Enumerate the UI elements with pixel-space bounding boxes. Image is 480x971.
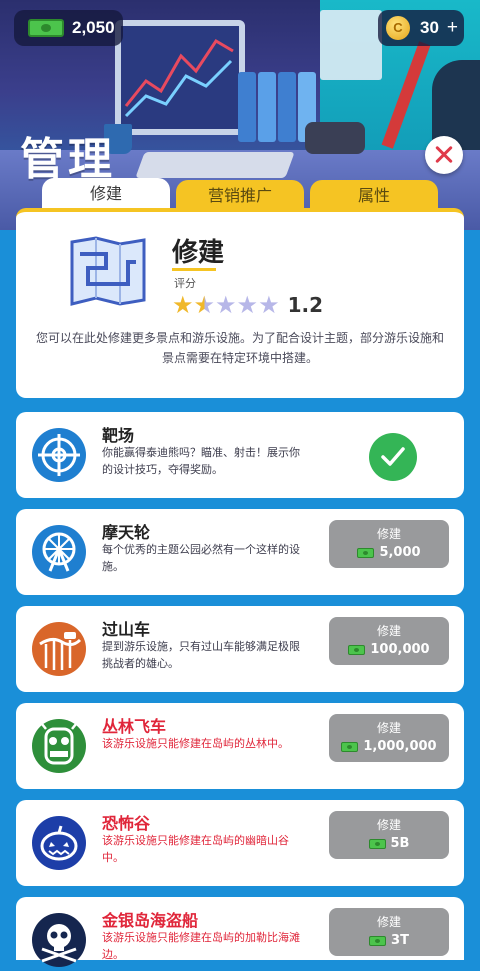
cash-balance: 2,050 (14, 10, 123, 46)
rating-stars: ★ ★ ★ ★ ★ 1.2 (172, 292, 323, 318)
attraction-description: 你能赢得泰迪熊吗？瞄准、射击！展示你的设计技巧，夺得奖励。 (102, 446, 300, 476)
build-button[interactable]: 修建 100,000 (329, 617, 449, 665)
attraction-name: 靶场 (102, 426, 135, 445)
map-icon (66, 234, 150, 310)
attraction-name: 过山车 (102, 620, 151, 639)
info-description: 您可以在此处修建更多景点和游乐设施。为了配合设计主题，部分游乐设施和景点需要在特… (36, 331, 445, 365)
attraction-description: 每个优秀的主题公园必然有一个这样的设施。 (102, 543, 300, 573)
attraction-name: 摩天轮 (102, 523, 151, 542)
build-button[interactable]: 修建 1,000,000 (329, 714, 449, 762)
title-underline (172, 268, 216, 271)
build-button-label: 修建 (376, 527, 401, 541)
build-button[interactable]: 修建 3T (329, 908, 449, 956)
info-title: 修建 (172, 238, 225, 268)
cash-icon (341, 741, 359, 752)
roller-coaster-icon (32, 622, 86, 676)
attraction-description: 该游乐设施只能修建在岛屿的幽暗山谷中。 (102, 834, 289, 864)
cash-icon (369, 935, 387, 946)
computer-monitor-illustration (115, 20, 245, 135)
star-icon: ★ (172, 291, 194, 319)
list-item-pirate-ship[interactable]: 金银岛海盗船 该游乐设施只能修建在岛屿的加勒比海滩边。 修建 3T (16, 897, 464, 967)
build-cost: 5,000 (379, 545, 421, 560)
build-cost: 5B (390, 836, 410, 851)
build-cost: 3T (391, 933, 409, 948)
telephone-illustration (305, 122, 365, 154)
wall-calendar-illustration (320, 10, 382, 80)
close-button[interactable] (425, 136, 463, 174)
build-button[interactable]: 修建 5,000 (329, 520, 449, 568)
build-button-label: 修建 (376, 818, 401, 832)
star-icon: ★ (258, 291, 280, 319)
coin-amount: 30 (420, 18, 439, 37)
add-coins-icon[interactable]: + (447, 17, 458, 39)
build-button-label: 修建 (376, 915, 401, 929)
cash-icon (28, 19, 64, 37)
cash-icon (357, 547, 375, 558)
keyboard-illustration (135, 152, 295, 178)
jungle-mask-icon (32, 719, 86, 773)
rating-label: 评分 (174, 277, 196, 290)
build-info-panel: 修建 评分 ★ ★ ★ ★ ★ 1.2 您可以在此处修建更多景点和游乐设施。为了… (16, 208, 464, 398)
build-button-label: 修建 (376, 721, 401, 735)
attraction-name: 恐怖谷 (102, 814, 151, 833)
attraction-description: 提到游乐设施，只有过山车能够满足极限挑战者的雄心。 (102, 640, 300, 670)
coin-balance[interactable]: C 30 + (378, 10, 464, 46)
rating-value: 1.2 (287, 293, 324, 317)
attraction-name: 丛林飞车 (102, 717, 167, 736)
built-checkmark-button (369, 433, 417, 481)
build-button[interactable]: 修建 5B (329, 811, 449, 859)
list-item-ferris-wheel[interactable]: 摩天轮 每个优秀的主题公园必然有一个这样的设施。 修建 5,000 (16, 509, 464, 595)
star-icon: ★ (193, 291, 216, 319)
ferris-wheel-icon (32, 525, 86, 579)
attraction-name: 金银岛海盗船 (102, 911, 199, 930)
pumpkin-icon (32, 816, 86, 870)
list-item-scary-valley[interactable]: 恐怖谷 该游乐设施只能修建在岛屿的幽暗山谷中。 修建 5B (16, 800, 464, 886)
attraction-description: 该游乐设施只能修建在岛屿的丛林中。 (102, 737, 289, 750)
list-item-roller-coaster[interactable]: 过山车 提到游乐设施，只有过山车能够满足极限挑战者的雄心。 修建 100,000 (16, 606, 464, 692)
build-cost: 1,000,000 (363, 739, 437, 754)
star-icon: ★ (215, 291, 237, 319)
build-cost: 100,000 (370, 642, 430, 657)
build-button-label: 修建 (376, 624, 401, 638)
attraction-description: 该游乐设施只能修建在岛屿的加勒比海滩边。 (102, 931, 300, 961)
list-item-shooting-gallery[interactable]: 靶场 你能赢得泰迪熊吗？瞄准、射击！展示你的设计技巧，夺得奖励。 (16, 412, 464, 498)
checkmark-icon (381, 447, 405, 466)
list-item-jungle-coaster[interactable]: 丛林飞车 该游乐设施只能修建在岛屿的丛林中。 修建 1,000,000 (16, 703, 464, 789)
cash-icon (368, 838, 386, 849)
coin-icon: C (386, 16, 410, 40)
star-icon: ★ (236, 291, 259, 319)
skull-crossbones-icon (32, 913, 86, 967)
target-icon (32, 428, 86, 482)
cash-amount: 2,050 (72, 18, 115, 37)
cash-icon (348, 644, 366, 655)
